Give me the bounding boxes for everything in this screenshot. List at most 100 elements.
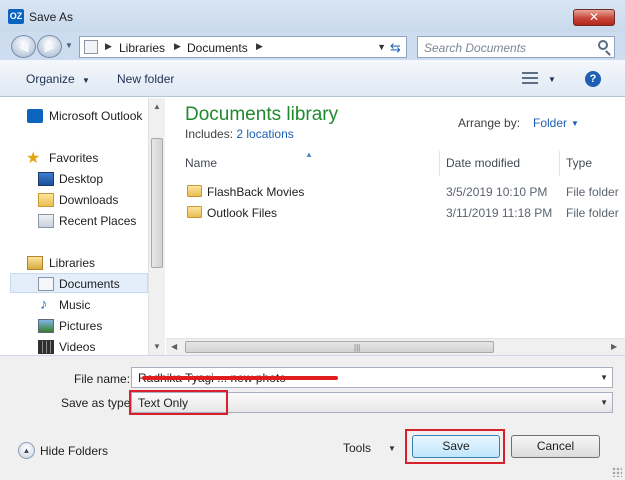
file-name: FlashBack Movies	[207, 185, 305, 199]
new-folder-button[interactable]: New folder	[117, 72, 174, 86]
navigation-vertical-scrollbar[interactable]: ▲ ▼	[148, 98, 165, 355]
scroll-left-icon[interactable]: ◀	[171, 342, 177, 351]
cancel-button[interactable]: Cancel	[511, 435, 600, 458]
nav-item-videos[interactable]: Videos	[10, 337, 150, 357]
nav-item-downloads[interactable]: Downloads	[10, 190, 150, 210]
organize-menu[interactable]: Organize ▼	[26, 72, 90, 86]
view-options-chevron-icon[interactable]: ▼	[548, 75, 556, 84]
includes-label: Includes:	[185, 127, 234, 141]
breadcrumb-separator-icon[interactable]: ▶	[256, 41, 263, 52]
search-input[interactable]: Search Documents	[417, 36, 615, 58]
nav-label: Libraries	[49, 256, 96, 270]
nav-item-recent-places[interactable]: Recent Places	[10, 211, 150, 231]
column-header-name[interactable]: Name	[185, 151, 440, 176]
tools-menu[interactable]: Tools	[343, 441, 371, 455]
file-date: 3/11/2019 11:18 PM	[446, 206, 553, 220]
breadcrumb-libraries[interactable]: Libraries	[119, 41, 165, 55]
title-bar: OZ Save As ✕	[0, 0, 625, 32]
nav-item-libraries[interactable]: Libraries	[10, 253, 150, 273]
back-button[interactable]: ◀	[11, 35, 36, 58]
command-bar: Organize ▼ New folder ▼ ?	[0, 60, 625, 97]
outlook-app-icon: OZ	[8, 9, 24, 24]
nav-label: Pictures	[59, 319, 103, 333]
file-name-label: File name:	[74, 372, 131, 386]
scroll-right-icon[interactable]: ▶	[611, 342, 617, 351]
videos-icon	[38, 340, 54, 354]
chevron-down-icon[interactable]: ▼	[388, 444, 396, 453]
file-list-horizontal-scrollbar[interactable]: ◀ ||| ▶	[166, 338, 625, 355]
save-as-type-label: Save as type:	[61, 396, 134, 410]
locations-link[interactable]: 2 locations	[236, 127, 293, 141]
nav-item-documents[interactable]: Documents	[10, 273, 148, 293]
nav-item-pictures[interactable]: Pictures	[10, 316, 150, 336]
recent-places-icon	[38, 214, 54, 228]
scroll-up-icon[interactable]: ▲	[153, 102, 161, 111]
breadcrumb-documents[interactable]: Documents	[187, 41, 248, 55]
breadcrumb-separator-icon[interactable]: ▶	[174, 41, 181, 52]
breadcrumb-separator-icon[interactable]: ▶	[105, 41, 112, 52]
address-dropdown-icon[interactable]: ▼	[377, 42, 386, 52]
nav-label: Documents	[59, 277, 120, 291]
window-title: Save As	[29, 10, 74, 24]
file-name: Outlook Files	[207, 206, 278, 220]
nav-label: Favorites	[49, 151, 99, 165]
nav-label: Desktop	[59, 172, 104, 186]
nav-label: Videos	[59, 340, 96, 354]
refresh-icon[interactable]: ⇆	[387, 39, 404, 56]
pictures-icon	[38, 319, 54, 333]
downloads-folder-icon	[38, 193, 54, 207]
scrollbar-thumb[interactable]	[151, 138, 163, 268]
nav-label: Recent Places	[59, 214, 137, 228]
arrange-by-label: Arrange by:	[458, 116, 521, 130]
file-name-field[interactable]: Radhika Tyagi ... new photo ▼	[131, 367, 613, 388]
nav-label: Downloads	[59, 193, 119, 207]
file-row[interactable]: Outlook Files 3/11/2019 11:18 PM File fo…	[185, 203, 625, 223]
column-header-date-modified[interactable]: Date modified	[446, 151, 560, 176]
column-label: Name	[185, 156, 218, 170]
chevron-down-icon[interactable]: ▼	[600, 373, 608, 382]
column-label: Type	[566, 156, 593, 170]
highlight-box-save	[405, 429, 505, 464]
recent-locations-dropdown-icon[interactable]: ▼	[65, 41, 73, 50]
folder-icon	[187, 206, 202, 218]
library-includes: Includes: 2 locations	[185, 127, 294, 141]
change-view-icon[interactable]	[522, 72, 538, 84]
nav-item-desktop[interactable]: Desktop	[10, 169, 150, 189]
scrollbar-grip-icon: |||	[354, 343, 361, 352]
forward-button[interactable]: ▶	[37, 35, 62, 58]
nav-item-music[interactable]: ♪ Music	[10, 295, 150, 315]
libraries-location-icon	[84, 40, 98, 54]
arrange-by-dropdown[interactable]: Folder	[533, 116, 567, 130]
column-header-type[interactable]: Type	[566, 151, 625, 176]
libraries-icon	[27, 256, 43, 270]
column-label: Date modified	[446, 156, 521, 170]
nav-label: Music	[59, 298, 91, 312]
file-row[interactable]: FlashBack Movies 3/5/2019 10:10 PM File …	[185, 182, 625, 202]
close-button[interactable]: ✕	[573, 9, 615, 26]
chevron-down-icon[interactable]: ▼	[600, 398, 608, 407]
outlook-icon	[27, 109, 43, 123]
file-list-pane: Documents library Includes: 2 locations …	[166, 98, 625, 355]
save-form: File name: Radhika Tyagi ... new photo ▼…	[0, 355, 625, 480]
navigation-pane: Microsoft Outlook ★ Favorites Desktop Do…	[10, 98, 165, 355]
resize-grip-icon[interactable]	[612, 467, 622, 477]
music-icon: ♪	[40, 296, 48, 313]
highlight-box-save-as-type	[129, 390, 228, 415]
redaction-mark	[142, 376, 338, 380]
hide-folders-label: Hide Folders	[40, 444, 109, 458]
chevron-down-icon[interactable]: ▼	[571, 119, 579, 128]
nav-item-favorites[interactable]: ★ Favorites	[10, 148, 150, 168]
documents-icon	[38, 277, 54, 291]
library-title: Documents library	[185, 104, 339, 125]
search-icon[interactable]	[598, 40, 608, 50]
address-bar[interactable]: ▶ Libraries ▶ Documents ▶ ▼ ⇆	[79, 36, 407, 58]
scroll-down-icon[interactable]: ▼	[153, 342, 161, 351]
address-row: ◀ ▶ ▼ ▶ Libraries ▶ Documents ▶ ▼ ⇆ Sear…	[0, 32, 625, 60]
file-type: File folder	[566, 206, 619, 220]
nav-item-microsoft-outlook[interactable]: Microsoft Outlook	[10, 106, 150, 126]
help-icon[interactable]: ?	[585, 71, 601, 87]
chevron-up-icon: ▲	[18, 442, 35, 459]
scrollbar-thumb[interactable]: |||	[185, 341, 494, 353]
star-icon: ★	[26, 150, 41, 167]
file-type: File folder	[566, 185, 619, 199]
